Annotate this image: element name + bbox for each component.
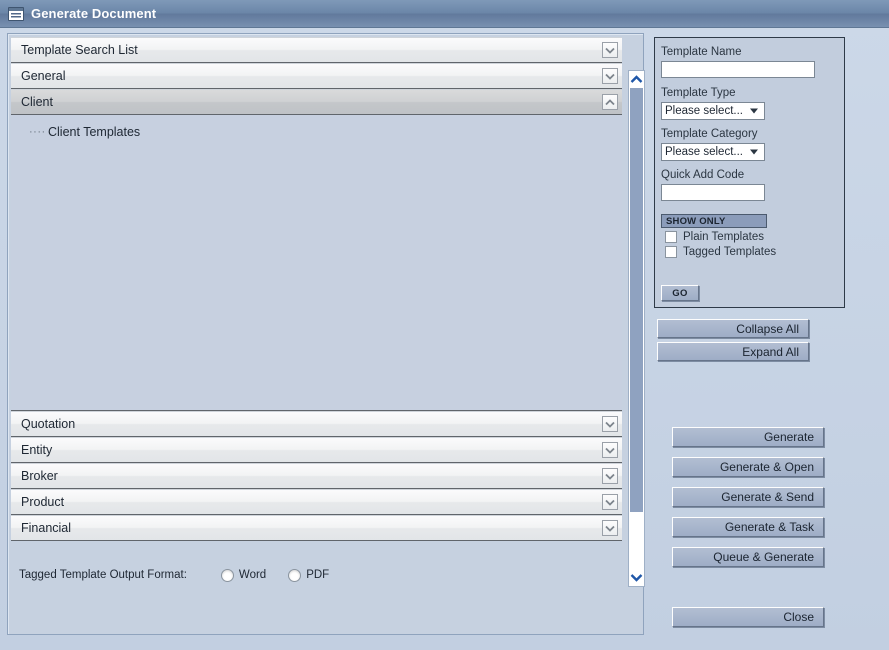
accordion-label: Template Search List xyxy=(21,43,138,57)
accordion-header-quotation[interactable]: Quotation xyxy=(11,411,622,437)
output-format-row: Tagged Template Output Format: Word PDF xyxy=(12,562,642,588)
chevron-down-icon[interactable] xyxy=(602,68,618,84)
accordion-label: Product xyxy=(21,495,65,509)
chevron-down-icon[interactable] xyxy=(602,42,618,58)
chevron-down-icon[interactable] xyxy=(602,494,618,510)
quick-add-code-input[interactable] xyxy=(661,184,765,201)
template-tree-scrollbar[interactable] xyxy=(628,70,645,587)
tree-item-client-templates[interactable]: ····· Client Templates xyxy=(29,123,622,141)
template-type-label: Template Type xyxy=(661,87,736,99)
chevron-up-icon[interactable] xyxy=(602,94,618,110)
accordion-header-product[interactable]: Product xyxy=(11,489,622,515)
checkbox-tagged-templates-label: Tagged Templates xyxy=(683,246,777,258)
radio-pdf[interactable] xyxy=(288,568,302,582)
chevron-down-icon xyxy=(750,149,758,155)
template-name-input[interactable] xyxy=(661,61,815,78)
checkbox-plain-templates-label: Plain Templates xyxy=(683,231,764,243)
template-tree-panel: Template Search List General Client ····… xyxy=(7,33,645,635)
accordion-header-template-search-list[interactable]: Template Search List xyxy=(11,37,622,63)
expand-all-button[interactable]: Expand All xyxy=(657,342,809,361)
tree-connector: ····· xyxy=(29,127,46,137)
chevron-down-icon[interactable] xyxy=(602,416,618,432)
accordion-header-financial[interactable]: Financial xyxy=(11,515,622,541)
scrollbar-up-arrow[interactable] xyxy=(629,71,644,88)
accordion-body-client: ····· Client Templates xyxy=(11,115,622,411)
template-type-select[interactable]: Please select... xyxy=(661,102,765,120)
template-search-panel: Template Name Template Type Please selec… xyxy=(654,37,845,308)
queue-and-generate-button[interactable]: Queue & Generate xyxy=(672,547,824,567)
window-title: Generate Document xyxy=(31,6,157,21)
document-window-icon xyxy=(8,6,24,21)
chevron-down-icon[interactable] xyxy=(602,468,618,484)
generate-and-open-button[interactable]: Generate & Open xyxy=(672,457,824,477)
collapse-all-button[interactable]: Collapse All xyxy=(657,319,809,338)
template-type-value: Please select... xyxy=(665,105,743,117)
chevron-down-icon xyxy=(750,108,758,114)
radio-word-label: Word xyxy=(238,569,267,581)
generate-and-task-button[interactable]: Generate & Task xyxy=(672,517,824,537)
chevron-down-icon[interactable] xyxy=(602,520,618,536)
accordion-list: Template Search List General Client ····… xyxy=(11,37,622,560)
accordion-header-general[interactable]: General xyxy=(11,63,622,89)
radio-option-pdf[interactable]: PDF xyxy=(288,568,330,582)
checkbox-row-plain-templates[interactable]: Plain Templates xyxy=(661,231,844,243)
template-category-value: Please select... xyxy=(665,146,743,158)
radio-pdf-label: PDF xyxy=(306,569,330,581)
go-button[interactable]: GO xyxy=(661,285,699,301)
quick-add-code-label: Quick Add Code xyxy=(661,169,745,181)
tree-item-label: Client Templates xyxy=(48,125,141,139)
accordion-label: Broker xyxy=(21,469,58,483)
accordion-label: General xyxy=(21,69,66,83)
chevron-down-icon[interactable] xyxy=(602,442,618,458)
accordion-label: Entity xyxy=(21,443,53,457)
accordion-label: Client xyxy=(21,95,53,109)
output-format-label: Tagged Template Output Format: xyxy=(19,569,187,581)
template-name-label: Template Name xyxy=(661,46,742,58)
template-category-label: Template Category xyxy=(661,128,758,140)
generate-document-window: Generate Document Template Search List G… xyxy=(0,0,889,650)
template-category-select[interactable]: Please select... xyxy=(661,143,765,161)
accordion-header-broker[interactable]: Broker xyxy=(11,463,622,489)
generate-button[interactable]: Generate xyxy=(672,427,824,447)
generate-and-send-button[interactable]: Generate & Send xyxy=(672,487,824,507)
checkbox-plain-templates[interactable] xyxy=(665,231,677,243)
window-titlebar: Generate Document xyxy=(0,0,889,28)
radio-word[interactable] xyxy=(220,568,234,582)
show-only-header: SHOW ONLY xyxy=(661,214,767,228)
radio-option-word[interactable]: Word xyxy=(220,568,267,582)
accordion-header-client[interactable]: Client xyxy=(11,89,622,115)
accordion-label: Quotation xyxy=(21,417,76,431)
close-button[interactable]: Close xyxy=(672,607,824,627)
accordion-label: Financial xyxy=(21,521,72,535)
checkbox-row-tagged-templates[interactable]: Tagged Templates xyxy=(661,246,844,258)
checkbox-tagged-templates[interactable] xyxy=(665,246,677,258)
scrollbar-thumb[interactable] xyxy=(630,88,643,512)
accordion-header-entity[interactable]: Entity xyxy=(11,437,622,463)
